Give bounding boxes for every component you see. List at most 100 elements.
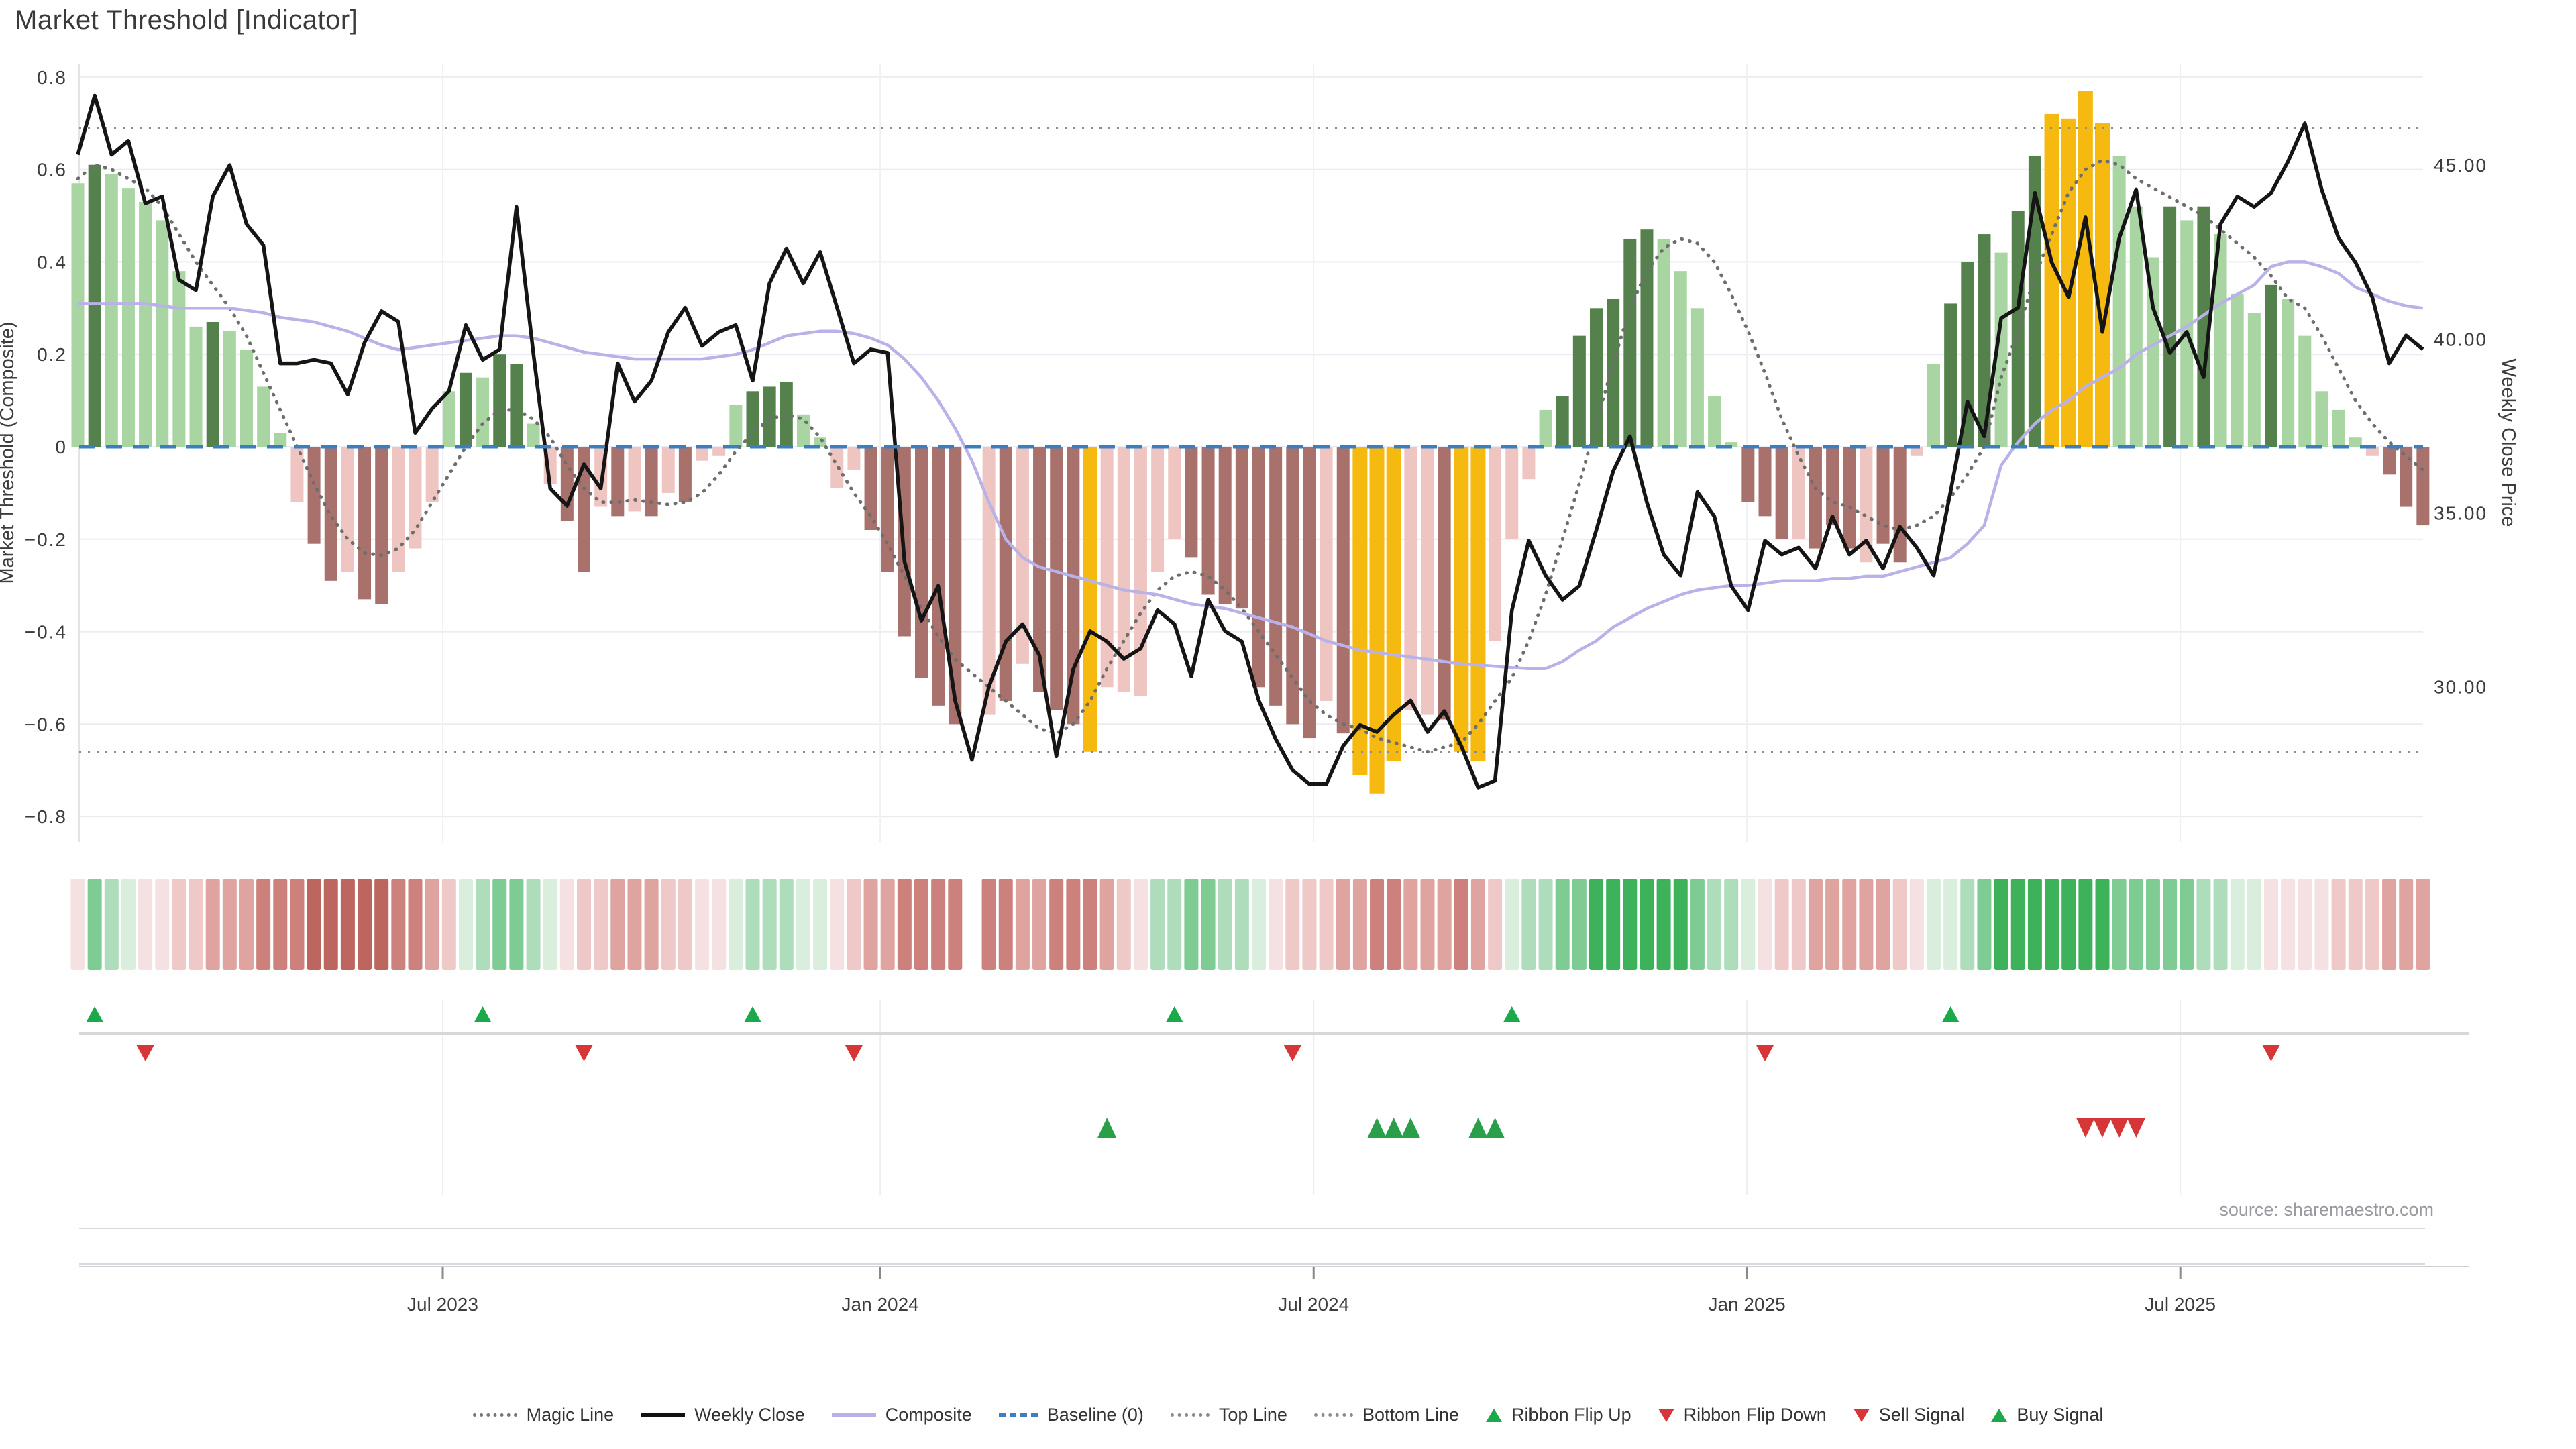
ribbon-cell <box>441 879 456 970</box>
indicator-bar <box>1539 409 1552 447</box>
indicator-bar <box>1927 363 1940 447</box>
ribbon-cell <box>1319 879 1334 970</box>
ribbon-cell <box>1352 879 1367 970</box>
sell-signal-marker <box>2127 1118 2146 1138</box>
ribbon-cell <box>1032 879 1047 970</box>
ribbon-cell <box>1724 879 1739 970</box>
legend-item-composite: Composite <box>831 1405 972 1426</box>
ribbon-cell <box>1387 879 1401 970</box>
legend-item-sell-signal: Sell Signal <box>1853 1405 1964 1426</box>
indicator-bar <box>628 447 641 512</box>
indicator-bar <box>1657 238 1670 447</box>
ribbon-cell <box>222 879 237 970</box>
indicator-bar <box>1336 447 1350 734</box>
ribbon-cell <box>577 879 591 970</box>
ribbon-cell <box>610 879 625 970</box>
indicator-bar <box>1893 447 1907 563</box>
indicator-bar <box>678 447 692 502</box>
legend-label: Magic Line <box>526 1405 614 1425</box>
ribbon-cell <box>1505 879 1519 970</box>
ribbon-cell <box>661 879 676 970</box>
ribbon-cell <box>2264 879 2278 970</box>
indicator-bar <box>139 201 152 447</box>
legend-label: Weekly Close <box>694 1405 805 1425</box>
y-left-axis-title: Market Threshold (Composite) <box>0 321 18 584</box>
indicator-bar <box>1369 447 1385 794</box>
indicator-bar <box>409 447 422 549</box>
ribbon-cell <box>2331 879 2346 970</box>
indicator-bar <box>1050 447 1063 710</box>
indicator-bar <box>1470 447 1486 761</box>
indicator-bar <box>560 447 574 521</box>
ribbon-cell <box>1909 879 1924 970</box>
y-right-tick-label: 40.00 <box>2434 329 2487 350</box>
ribbon-cell <box>2045 879 2059 970</box>
ribbon-cell <box>1892 879 1907 970</box>
indicator-bar <box>442 391 455 447</box>
y-left-tick-label: −0.6 <box>25 714 67 735</box>
indicator-bar <box>1690 308 1704 447</box>
ribbon-cell <box>695 879 710 970</box>
indicator-bar <box>375 447 388 604</box>
indicator-bar <box>1623 238 1637 447</box>
indicator-bar <box>2298 335 2312 447</box>
ribbon-flip-down-marker <box>845 1045 863 1061</box>
ribbon-cell <box>1066 879 1081 970</box>
indicator-bar <box>1775 447 1788 539</box>
indicator-bar <box>189 326 203 447</box>
indicator-bar <box>290 447 304 502</box>
ribbon-cell <box>323 879 338 970</box>
ribbon-cell <box>476 879 490 970</box>
solid-black-line-icon <box>641 1413 686 1417</box>
ribbon-cell <box>2213 879 2228 970</box>
legend-label: Ribbon Flip Up <box>1511 1405 1631 1425</box>
indicator-bar <box>527 423 540 447</box>
indicator-bar <box>1792 447 1805 539</box>
indicator-bar <box>1708 396 1721 447</box>
ribbon-cell <box>1116 879 1131 970</box>
indicator-bar <box>1826 447 1839 526</box>
indicator-bar <box>1252 447 1265 688</box>
ribbon-cell <box>1488 879 1503 970</box>
indicator-bar <box>223 331 236 447</box>
ribbon-cell <box>509 879 524 970</box>
ribbon-cell <box>1049 879 1064 970</box>
ribbon-flip-down-marker <box>1756 1045 1774 1061</box>
indicator-bar <box>1134 447 1147 697</box>
indicator-bar <box>1843 447 1856 549</box>
indicator-bar <box>392 447 405 572</box>
legend-item-bottom-line: Bottom Line <box>1313 1405 1459 1426</box>
ribbon-cell <box>1420 879 1435 970</box>
indicator-bar <box>1522 447 1536 480</box>
ribbon-cell <box>1825 879 1840 970</box>
dotted-gray-line-icon <box>1313 1413 1353 1417</box>
buy-signal-marker <box>1485 1118 1505 1138</box>
buy-signal-marker <box>1401 1118 1420 1138</box>
ribbon-cell <box>981 879 996 970</box>
indicator-bar <box>2282 299 2295 447</box>
indicator-bar <box>1168 447 1181 539</box>
indicator-bar <box>1218 447 1232 604</box>
ribbon-flip-down-marker <box>136 1045 154 1061</box>
legend-item-magic-line: Magic Line <box>472 1405 614 1426</box>
indicator-bar <box>1067 447 1080 724</box>
indicator-bar <box>1758 447 1772 517</box>
ribbon-cell <box>678 879 692 970</box>
indicator-bar <box>358 447 372 600</box>
ribbon-cell <box>796 879 810 970</box>
ribbon-cell <box>2010 879 2025 970</box>
ribbon-cell <box>391 879 406 970</box>
indicator-bar <box>1404 447 1417 710</box>
legend-item-weekly-close: Weekly Close <box>641 1405 805 1426</box>
ribbon-cell <box>594 879 608 970</box>
indicator-bar <box>1269 447 1283 706</box>
ribbon-cell <box>205 879 220 970</box>
ribbon-cell <box>779 879 794 970</box>
ribbon-cell <box>2247 879 2261 970</box>
dotted-gray-line-icon <box>472 1413 517 1417</box>
ribbon-cell <box>358 879 372 970</box>
ribbon-cell <box>1302 879 1317 970</box>
ribbon-flip-up-marker <box>744 1006 761 1022</box>
ribbon-cell <box>1454 879 1468 970</box>
ribbon-cell <box>1943 879 1958 970</box>
